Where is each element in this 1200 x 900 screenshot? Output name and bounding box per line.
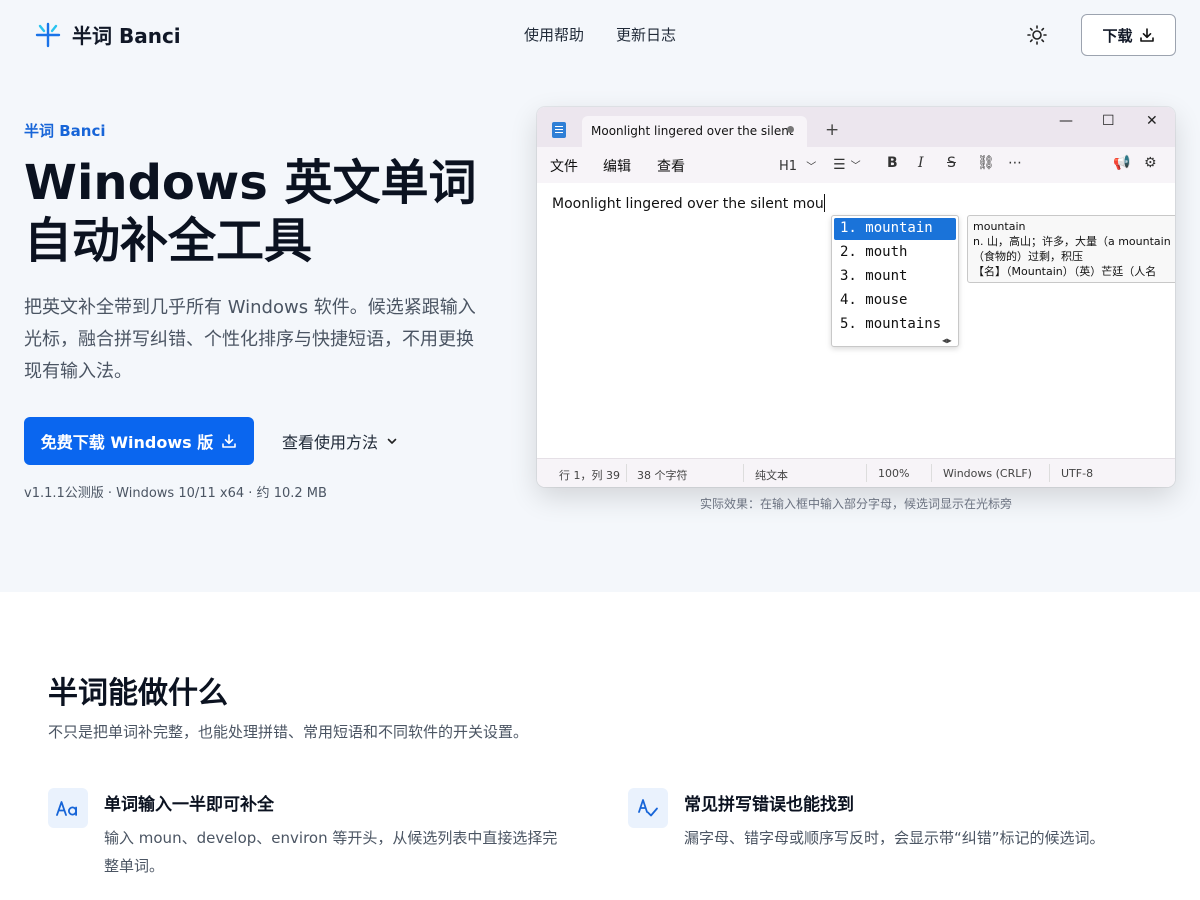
new-tab-icon[interactable]: + [825,120,839,140]
download-windows-label: 免费下载 Windows 版 [40,433,214,452]
features-title: 半词能做什么 [48,676,228,711]
features-subtitle: 不只是把单词补完整，也能处理拼错、常用短语和不同软件的开关设置。 [48,723,529,741]
status-chars: 38 个字符 [637,469,688,482]
copilot-icon[interactable]: 📢 [1113,155,1130,171]
status-encoding: UTF-8 [1061,467,1094,480]
editor-statusbar: 行 1，列 39 38 个字符 纯文本 100% Windows (CRLF) … [537,458,1175,487]
status-divider [1049,464,1050,482]
theme-toggle-button[interactable] [1026,24,1048,46]
nav-help[interactable]: 使用帮助 [524,24,584,45]
close-icon[interactable]: ✕ [1146,113,1158,129]
text-case-icon [56,801,78,816]
window-titlebar: Moonlight lingered over the silent + — ☐… [537,107,1175,147]
maximize-icon[interactable]: ☐ [1102,113,1115,129]
logo-text: 半词 Banci [72,24,181,48]
download-icon [222,434,237,448]
editor-tab-title: Moonlight lingered over the silent [591,124,794,138]
suggestion-item[interactable]: 3. mount [834,266,956,288]
italic-icon[interactable]: I [918,155,924,171]
menu-edit[interactable]: 编辑 [603,156,631,176]
status-zoom[interactable]: 100% [878,467,909,480]
hero-section: 半词 Banci Windows 英文单词 自动补全工具 把英文补全带到几乎所有… [0,70,1200,592]
feature-description: 漏字母、错字母或顺序写反时，会显示带“纠错”标记的候选词。 [684,824,1184,852]
suggestion-item[interactable]: 1. mountain [834,218,956,240]
editor-tab[interactable]: Moonlight lingered over the silent [582,116,807,147]
download-windows-button[interactable]: 免费下载 Windows 版 [24,417,254,465]
site-header: 半词 Banci 使用帮助 更新日志 下载 [0,0,1200,70]
spell-check-icon [638,799,658,817]
hero-description: 把英文补全带到几乎所有 Windows 软件。候选紧跟输入光标，融合拼写纠错、个… [24,297,476,382]
logo-icon [35,22,61,47]
menu-file[interactable]: 文件 [550,156,578,176]
feature-card-icon [48,788,88,828]
hero-eyebrow: 半词 Banci [24,122,106,140]
status-divider [866,464,867,482]
chevron-down-icon: ﹀ [806,162,817,173]
text-caret [823,194,825,212]
heading-select[interactable]: H1 ﹀ [779,158,816,174]
hero-title: Windows 英文单词 自动补全工具 [24,154,504,270]
download-icon [1139,28,1154,42]
status-divider [743,464,744,482]
feature-title: 常见拼写错误也能找到 [684,795,854,815]
suggestion-item[interactable]: 5. mountains [834,314,956,336]
list-icon[interactable]: ☰ ﹀ [833,157,861,173]
definition-popup: mountain n. 山，高山；许多，大量（a mountain （食物的）过… [967,215,1175,283]
logo[interactable]: 半词 Banci [34,20,181,49]
version-info: v1.1.1公测版 · Windows 10/11 x64 · 约 10.2 M… [24,486,327,501]
editor-menubar: 文件 编辑 查看 H1 ﹀ ☰ ﹀ B I S ⛓ ⋯ 📢 ⚙ [537,147,1175,183]
status-divider [626,464,627,482]
suggestion-item[interactable]: 2. mouth [834,242,956,264]
definition-line: 【名】（Mountain）（英）芒廷（人名 [973,265,1157,278]
feature-description: 输入 moun、develop、environ 等开头，从候选列表中直接选择完 … [104,824,584,880]
hero-title-line2: 自动补全工具 [24,213,313,269]
header-download-label: 下载 [1102,26,1133,45]
suggestion-item[interactable]: 4. mouse [834,290,956,312]
feature-description-line: 整单词。 [104,857,165,875]
typed-text-content: Moonlight lingered over the silent mou [552,196,824,212]
status-line-ending: Windows (CRLF) [943,467,1032,480]
nav-changelog[interactable]: 更新日志 [616,24,676,45]
definition-word: mountain [973,220,1026,233]
notepad-icon [552,122,566,138]
notepad-window-mockup: Moonlight lingered over the silent + — ☐… [537,107,1175,487]
settings-icon[interactable]: ⚙ [1144,155,1157,171]
minimize-icon[interactable]: — [1059,113,1073,129]
chevron-down-icon [387,438,397,444]
feature-title: 单词输入一半即可补全 [104,795,274,815]
unsaved-dot-icon [787,126,794,133]
definition-line: （食物的）过剩，积压 [973,250,1083,263]
feature-card-icon [628,788,668,828]
status-position: 行 1，列 39 [559,469,620,482]
header-download-button[interactable]: 下载 [1081,14,1176,56]
page-arrows-icon[interactable]: ◀▶ [942,336,952,345]
sun-icon [1027,25,1047,45]
status-divider [931,464,932,482]
feature-description-line: 输入 moun、develop、environ 等开头，从候选列表中直接选择完 [104,829,558,847]
suggestion-popup: 1. mountain 2. mouth 3. mount 4. mouse 5… [831,215,959,347]
link-icon[interactable]: ⛓ [977,155,995,171]
howto-link[interactable]: 查看使用方法 [282,429,398,453]
definition-line: n. 山，高山；许多，大量（a mountain [973,235,1171,248]
top-nav: 使用帮助 更新日志 [524,24,676,45]
strikethrough-icon[interactable]: S [947,155,956,171]
screenshot-caption: 实际效果：在输入框中输入部分字母，候选词显示在光标旁 [699,497,1012,511]
feature-description-line: 漏字母、错字母或顺序写反时，会显示带“纠错”标记的候选词。 [684,829,1105,847]
status-format: 纯文本 [755,469,788,482]
menu-view[interactable]: 查看 [657,156,685,176]
hero-title-line1: Windows 英文单词 [24,155,477,211]
more-icon[interactable]: ⋯ [1008,155,1022,171]
howto-label: 查看使用方法 [282,433,379,452]
heading-select-value: H1 [779,159,798,174]
typed-text: Moonlight lingered over the silent mou [552,194,825,212]
bold-icon[interactable]: B [887,155,898,171]
